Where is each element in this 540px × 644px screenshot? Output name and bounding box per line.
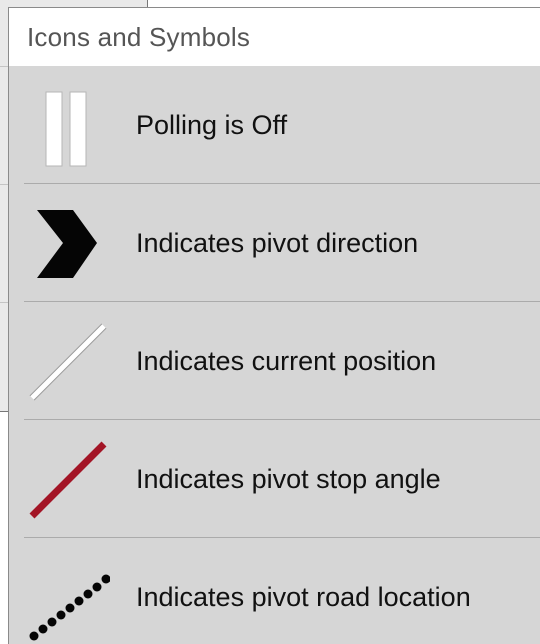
legend-item-label: Indicates current position — [136, 345, 437, 376]
legend-item-polling-off: Polling is Off — [9, 66, 540, 184]
legend-item-stop-angle: Indicates pivot stop angle — [9, 420, 540, 538]
legend-item-label: Indicates pivot stop angle — [136, 463, 441, 494]
popover-title: Icons and Symbols — [27, 21, 251, 52]
screen: Icons and Symbols Polling is Off Indicat… — [0, 0, 540, 644]
legend-item-current-position: Indicates current position — [9, 302, 540, 420]
legend-item-label: Indicates pivot road location — [136, 581, 471, 612]
road-location-dots-icon — [9, 538, 121, 644]
legend-item-pivot-direction: Indicates pivot direction — [9, 184, 540, 302]
stop-angle-line-icon — [9, 420, 121, 538]
legend-item-road-location: Indicates pivot road location — [9, 538, 540, 644]
pause-icon — [9, 66, 121, 184]
legend-item-label: Indicates pivot direction — [136, 227, 419, 258]
current-position-line-icon — [9, 302, 121, 420]
icons-symbols-popover: Icons and Symbols Polling is Off Indicat… — [8, 7, 540, 644]
popover-header: Icons and Symbols — [9, 8, 540, 66]
legend-item-label: Polling is Off — [136, 109, 288, 140]
legend-list: Polling is Off Indicates pivot direction — [9, 66, 540, 644]
chevron-right-icon — [9, 184, 121, 302]
